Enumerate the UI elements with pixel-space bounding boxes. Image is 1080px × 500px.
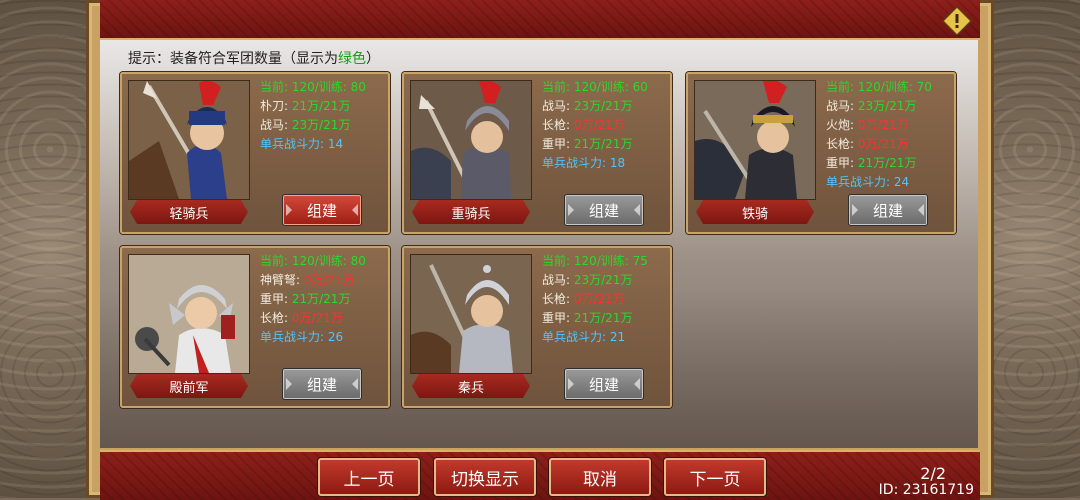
user-id: ID: 23161719 xyxy=(878,482,974,498)
current-train: 当前: 120/训练: 60 xyxy=(542,80,648,94)
unit-portrait xyxy=(694,80,816,200)
warning-icon[interactable] xyxy=(942,7,972,35)
unit-power: 单兵战斗力: 24 xyxy=(826,175,910,189)
right-ornament xyxy=(980,0,1080,498)
next-page-button[interactable]: 下一页 xyxy=(664,458,766,496)
current-train: 当前: 120/训练: 80 xyxy=(260,80,366,94)
unit-power: 单兵战斗力: 14 xyxy=(260,137,344,151)
cancel-button[interactable]: 取消 xyxy=(549,458,651,496)
build-button[interactable]: 组建 xyxy=(848,194,928,226)
stat-line: 长枪: 0万/21万 xyxy=(542,292,625,306)
hint-text: 提示：装备符合军团数量（显示为绿色） xyxy=(128,51,380,67)
unit-stats: 当前: 120/训练: 80 朴刀: 21万/21万 战马: 23万/21万 单… xyxy=(260,78,366,154)
build-button[interactable]: 组建 xyxy=(564,368,644,400)
toggle-display-button[interactable]: 切换显示 xyxy=(434,458,536,496)
unit-portrait xyxy=(128,254,250,374)
unit-name: 秦兵 xyxy=(412,374,530,398)
stat-line: 重甲: 21万/21万 xyxy=(542,311,633,325)
unit-stats: 当前: 120/训练: 60 战马: 23万/21万 长枪: 0万/21万 重甲… xyxy=(542,78,648,173)
unit-name: 轻骑兵 xyxy=(130,200,248,224)
unit-stats: 当前: 120/训练: 70 战马: 23万/21万 火炮: 0万/21万 长枪… xyxy=(826,78,932,192)
unit-name: 重骑兵 xyxy=(412,200,530,224)
dialog-bottom-bar xyxy=(100,450,980,500)
stat-line: 火炮: 0万/21万 xyxy=(826,118,909,132)
unit-card-palace-army: 殿前军 当前: 120/训练: 80 神臂弩: 0万/21万 重甲: 21万/2… xyxy=(120,246,390,408)
unit-power: 单兵战斗力: 18 xyxy=(542,156,626,170)
left-ornament xyxy=(0,0,100,498)
current-train: 当前: 120/训练: 70 xyxy=(826,80,932,94)
stat-line: 战马: 23万/21万 xyxy=(826,99,917,113)
unit-card-light-cavalry: 轻骑兵 当前: 120/训练: 80 朴刀: 21万/21万 战马: 23万/2… xyxy=(120,72,390,234)
unit-card-qin-army: 秦兵 当前: 120/训练: 75 战马: 23万/21万 长枪: 0万/21万… xyxy=(402,246,672,408)
unit-name: 铁骑 xyxy=(696,200,814,224)
dialog-top-bar xyxy=(100,0,980,40)
unit-stats: 当前: 120/训练: 80 神臂弩: 0万/21万 重甲: 21万/21万 长… xyxy=(260,252,366,347)
build-button[interactable]: 组建 xyxy=(564,194,644,226)
build-button[interactable]: 组建 xyxy=(282,194,362,226)
current-train: 当前: 120/训练: 80 xyxy=(260,254,366,268)
stat-line: 长枪: 0万/21万 xyxy=(826,137,909,151)
unit-portrait xyxy=(410,254,532,374)
stat-line: 长枪: 0万/21万 xyxy=(260,311,343,325)
unit-card-iron-cavalry: 铁骑 当前: 120/训练: 70 战马: 23万/21万 火炮: 0万/21万… xyxy=(686,72,956,234)
unit-portrait xyxy=(128,80,250,200)
current-train: 当前: 120/训练: 75 xyxy=(542,254,648,268)
stat-line: 战马: 23万/21万 xyxy=(542,273,633,287)
stat-line: 战马: 23万/21万 xyxy=(260,118,351,132)
prev-page-button[interactable]: 上一页 xyxy=(318,458,420,496)
page-indicator: 2/2 xyxy=(920,464,946,483)
stat-line: 重甲: 21万/21万 xyxy=(260,292,351,306)
unit-power: 单兵战斗力: 21 xyxy=(542,330,626,344)
unit-stats: 当前: 120/训练: 75 战马: 23万/21万 长枪: 0万/21万 重甲… xyxy=(542,252,648,347)
build-button[interactable]: 组建 xyxy=(282,368,362,400)
unit-portrait xyxy=(410,80,532,200)
stat-line: 长枪: 0万/21万 xyxy=(542,118,625,132)
stat-line: 朴刀: 21万/21万 xyxy=(260,99,351,113)
stat-line: 重甲: 21万/21万 xyxy=(826,156,917,170)
stat-line: 重甲: 21万/21万 xyxy=(542,137,633,151)
unit-power: 单兵战斗力: 26 xyxy=(260,330,344,344)
unit-name: 殿前军 xyxy=(130,374,248,398)
stat-line: 战马: 23万/21万 xyxy=(542,99,633,113)
stat-line: 神臂弩: 0万/21万 xyxy=(260,273,355,287)
unit-card-heavy-cavalry: 重骑兵 当前: 120/训练: 60 战马: 23万/21万 长枪: 0万/21… xyxy=(402,72,672,234)
